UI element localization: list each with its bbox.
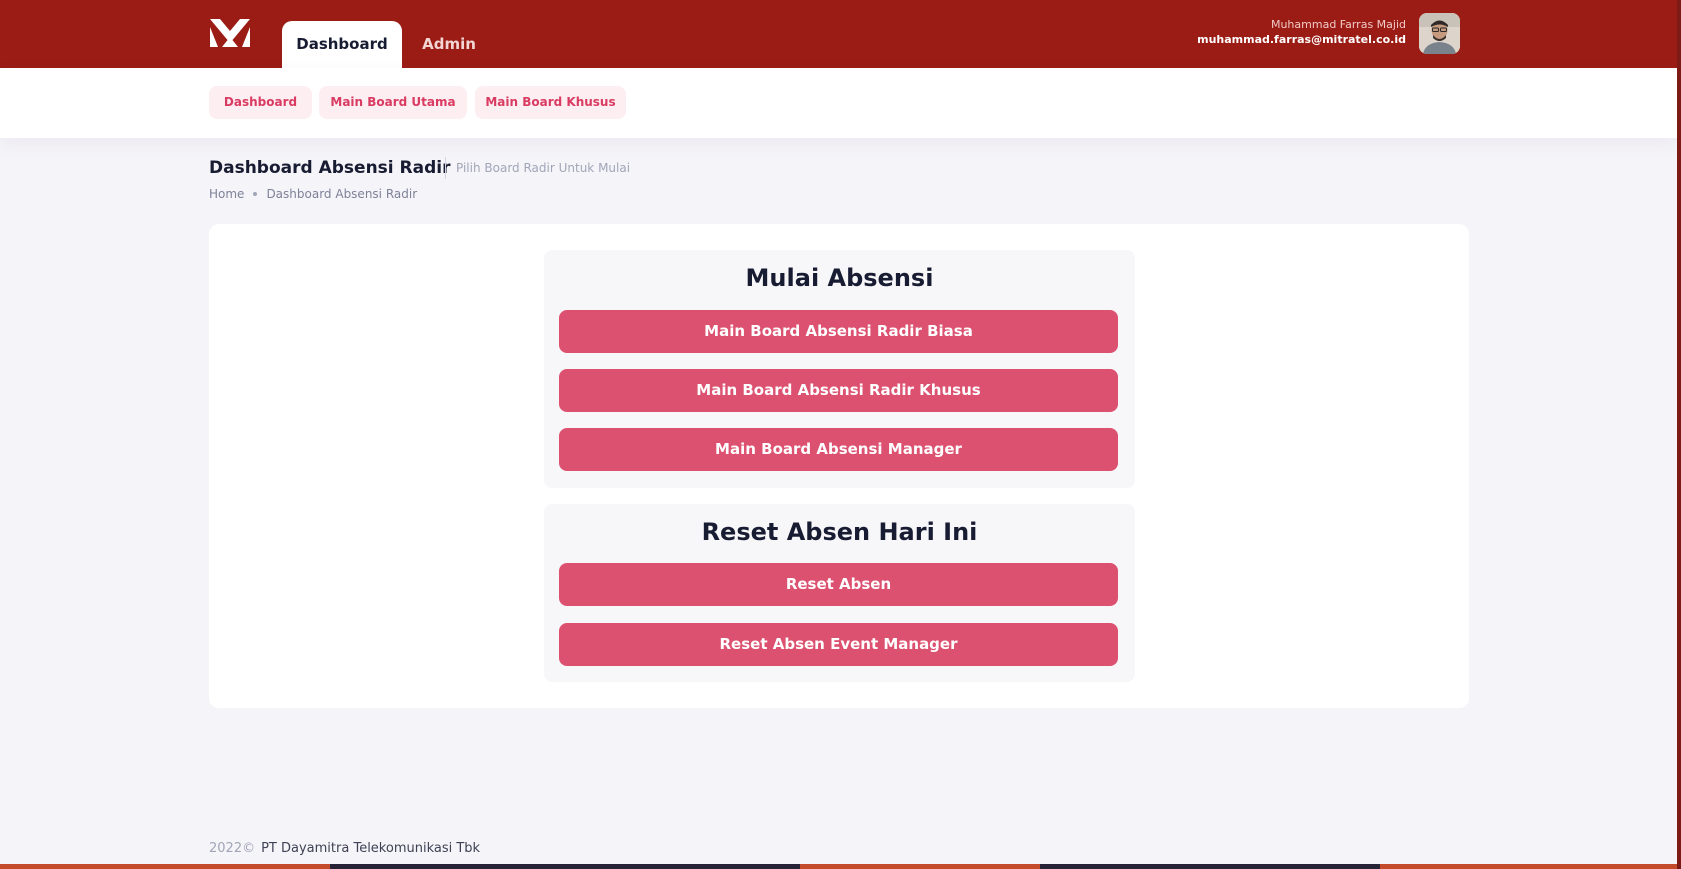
manager-button[interactable]: Main Board Absensi Manager (559, 428, 1118, 471)
sub-navigation: Dashboard Main Board Utama Main Board Kh… (0, 68, 1677, 138)
breadcrumb-current: Dashboard Absensi Radir (266, 187, 418, 201)
title-divider (445, 157, 446, 179)
breadcrumb-home[interactable]: Home (209, 187, 244, 201)
subnav-main-board-utama[interactable]: Main Board Utama (319, 86, 467, 119)
panel-heading-mulai-absensi: Mulai Absensi (745, 264, 934, 292)
bottom-decoration (0, 864, 1681, 869)
footer-year: 2022© (209, 841, 256, 856)
top-header: Dashboard Admin Muhammad Farras Majid mu… (0, 0, 1681, 68)
subnav-main-board-khusus[interactable]: Main Board Khusus (475, 86, 626, 119)
page-subtitle: Pilih Board Radir Untuk Mulai (456, 161, 631, 175)
tab-dashboard[interactable]: Dashboard (282, 21, 402, 68)
panel-reset-absen: Reset Absen Hari Ini Reset Absen Reset A… (544, 504, 1135, 682)
panel-heading-reset-absen: Reset Absen Hari Ini (701, 518, 978, 546)
tab-admin[interactable]: Admin (408, 21, 490, 68)
mitratel-logo-icon[interactable] (208, 17, 252, 49)
user-name: Muhammad Farras Majid (1270, 18, 1406, 31)
user-email: muhammad.farras@mitratel.co.id (1197, 33, 1406, 46)
reset-absen-event-manager-button[interactable]: Reset Absen Event Manager (559, 623, 1118, 666)
reset-absen-button[interactable]: Reset Absen (559, 563, 1118, 606)
radir-khusus-button[interactable]: Main Board Absensi Radir Khusus (559, 369, 1118, 412)
page-title: Dashboard Absensi Radir (209, 158, 451, 178)
window-edge (1677, 0, 1681, 869)
breadcrumb: Home Dashboard Absensi Radir (209, 185, 417, 203)
footer-company-link[interactable]: PT Dayamitra Telekomunikasi Tbk (261, 841, 480, 856)
user-avatar-icon[interactable] (1419, 13, 1460, 54)
panel-mulai-absensi: Mulai Absensi Main Board Absensi Radir B… (544, 250, 1135, 488)
radir-biasa-button[interactable]: Main Board Absensi Radir Biasa (559, 310, 1118, 353)
subnav-dashboard[interactable]: Dashboard (209, 86, 312, 119)
footer: 2022© PT Dayamitra Telekomunikasi Tbk (209, 840, 480, 858)
breadcrumb-separator (253, 191, 258, 196)
user-info[interactable]: Muhammad Farras Majid muhammad.farras@mi… (1197, 17, 1406, 47)
